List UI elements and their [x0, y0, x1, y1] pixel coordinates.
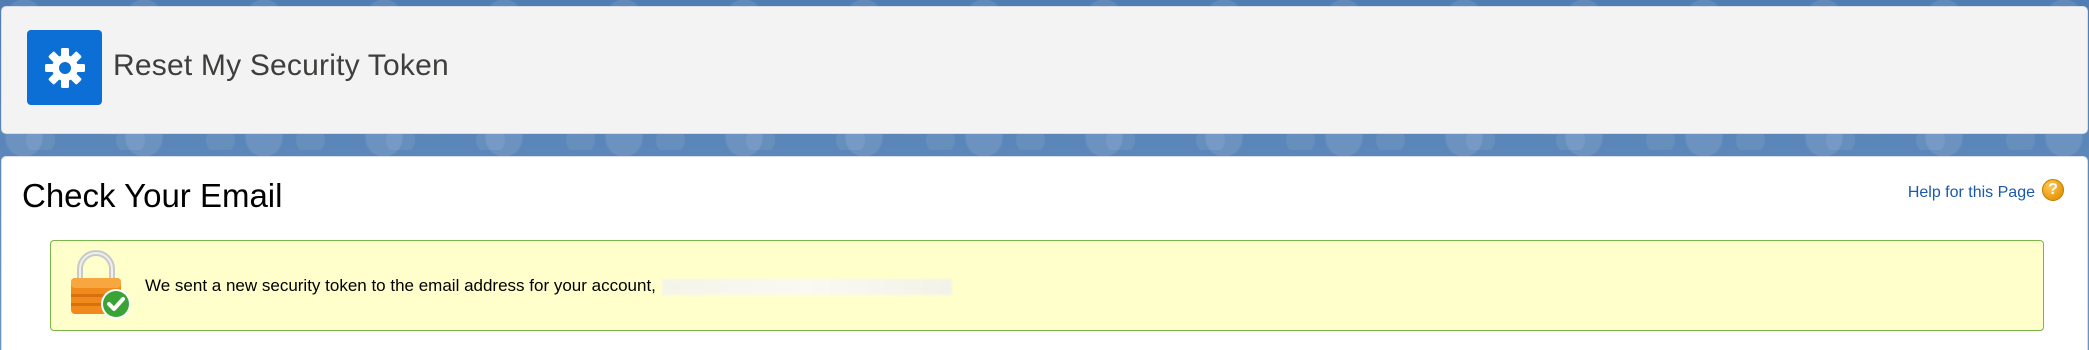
main-content: Check Your Email Help for this Page ? We…: [1, 156, 2088, 350]
gear-icon: [27, 30, 102, 105]
lock-check-icon: [71, 250, 131, 319]
page-title: Check Your Email: [22, 177, 283, 214]
message-text-row: We sent a new security token to the emai…: [145, 276, 952, 296]
help-link[interactable]: Help for this Page: [1908, 184, 2035, 202]
confirmation-message: We sent a new security token to the emai…: [50, 240, 2044, 331]
message-text: We sent a new security token to the emai…: [145, 276, 656, 295]
header-title: Reset My Security Token: [113, 49, 449, 82]
redacted-email: [661, 278, 952, 295]
help-icon[interactable]: ?: [2042, 179, 2064, 201]
page-header: Reset My Security Token: [1, 6, 2088, 134]
